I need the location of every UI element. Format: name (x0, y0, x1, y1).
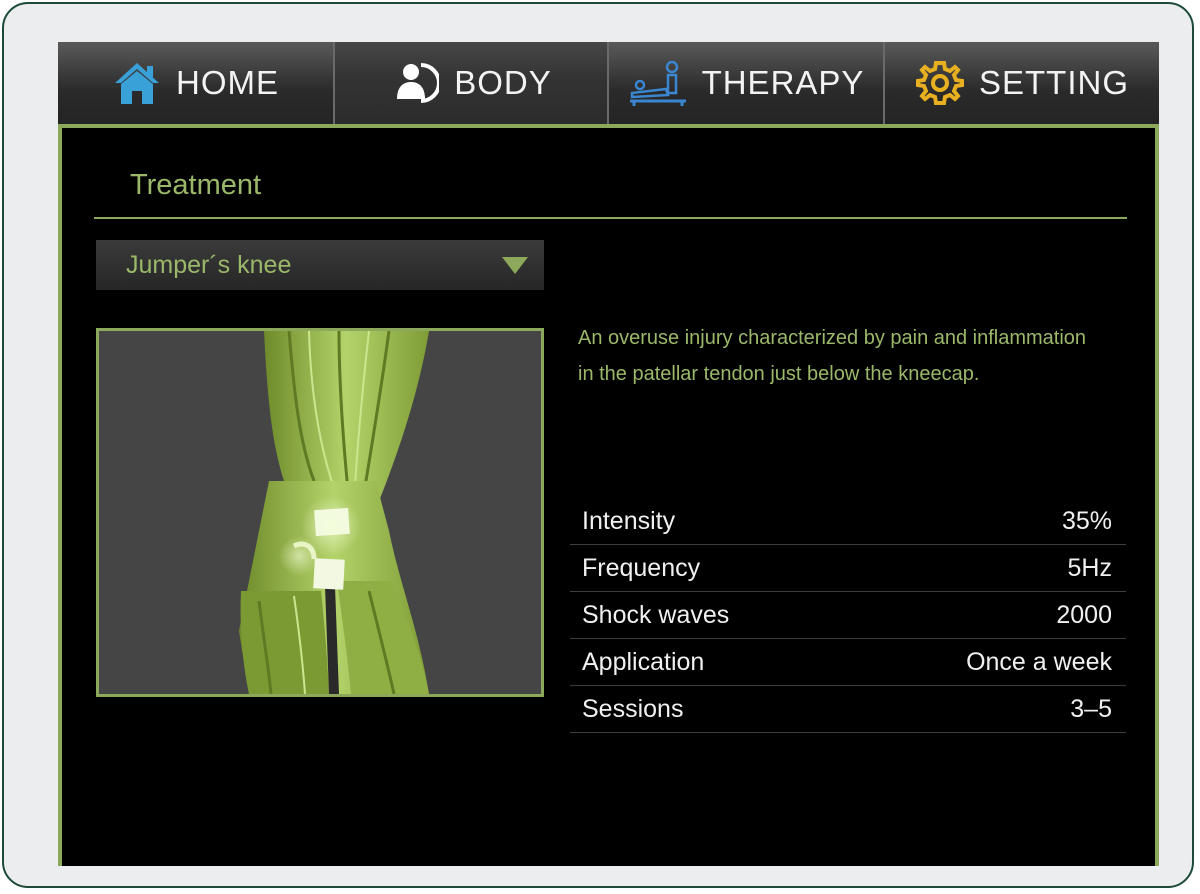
param-row-intensity: Intensity 35% (570, 498, 1126, 545)
param-value: 35% (1061, 506, 1112, 535)
param-row-frequency: Frequency 5Hz (570, 545, 1126, 592)
param-label: Application (582, 647, 705, 676)
condition-dropdown[interactable]: Jumper´s knee (96, 240, 544, 290)
gear-icon (915, 58, 965, 108)
treatment-parameters-table: Intensity 35% Frequency 5Hz Shock waves … (570, 498, 1126, 733)
device-frame: HOME BODY THERAPY SETTING Treatment Jump… (2, 2, 1194, 888)
param-label: Intensity (582, 506, 676, 535)
param-row-application: Application Once a week (570, 639, 1126, 686)
tab-setting[interactable]: SETTING (885, 42, 1159, 124)
param-value: 3–5 (1070, 694, 1112, 723)
param-label: Shock waves (582, 600, 730, 629)
house-icon (112, 58, 162, 108)
tab-label: SETTING (978, 64, 1129, 101)
device-screen: HOME BODY THERAPY SETTING Treatment Jump… (58, 42, 1159, 866)
param-label: Frequency (582, 553, 701, 582)
param-row-shock-waves: Shock waves 2000 (570, 592, 1126, 639)
section-title: Treatment (130, 169, 262, 201)
knee-muscle-anatomy-image (96, 328, 544, 697)
dropdown-selected-value: Jumper´s knee (126, 250, 292, 279)
tab-label: BODY (454, 64, 552, 101)
tab-body[interactable]: BODY (335, 42, 609, 124)
condition-description: An overuse injury characterized by pain … (578, 327, 1087, 385)
triangle-down-icon (502, 257, 528, 280)
main-tab-bar: HOME BODY THERAPY SETTING (58, 42, 1159, 124)
param-value: 5Hz (1067, 553, 1112, 582)
tab-home[interactable]: HOME (58, 42, 335, 124)
person-body-icon (390, 58, 440, 108)
section-divider (94, 217, 1127, 219)
param-value: 2000 (1056, 600, 1112, 629)
param-label: Sessions (582, 694, 684, 723)
param-value: Once a week (966, 647, 1112, 676)
tab-label: THERAPY (701, 64, 865, 101)
tab-therapy[interactable]: THERAPY (609, 42, 885, 124)
treatment-panel: Treatment Jumper´s knee An overuse injur… (58, 128, 1159, 866)
tab-label: HOME (176, 64, 279, 101)
param-row-sessions: Sessions 3–5 (570, 686, 1126, 733)
therapy-bed-icon (628, 58, 688, 108)
